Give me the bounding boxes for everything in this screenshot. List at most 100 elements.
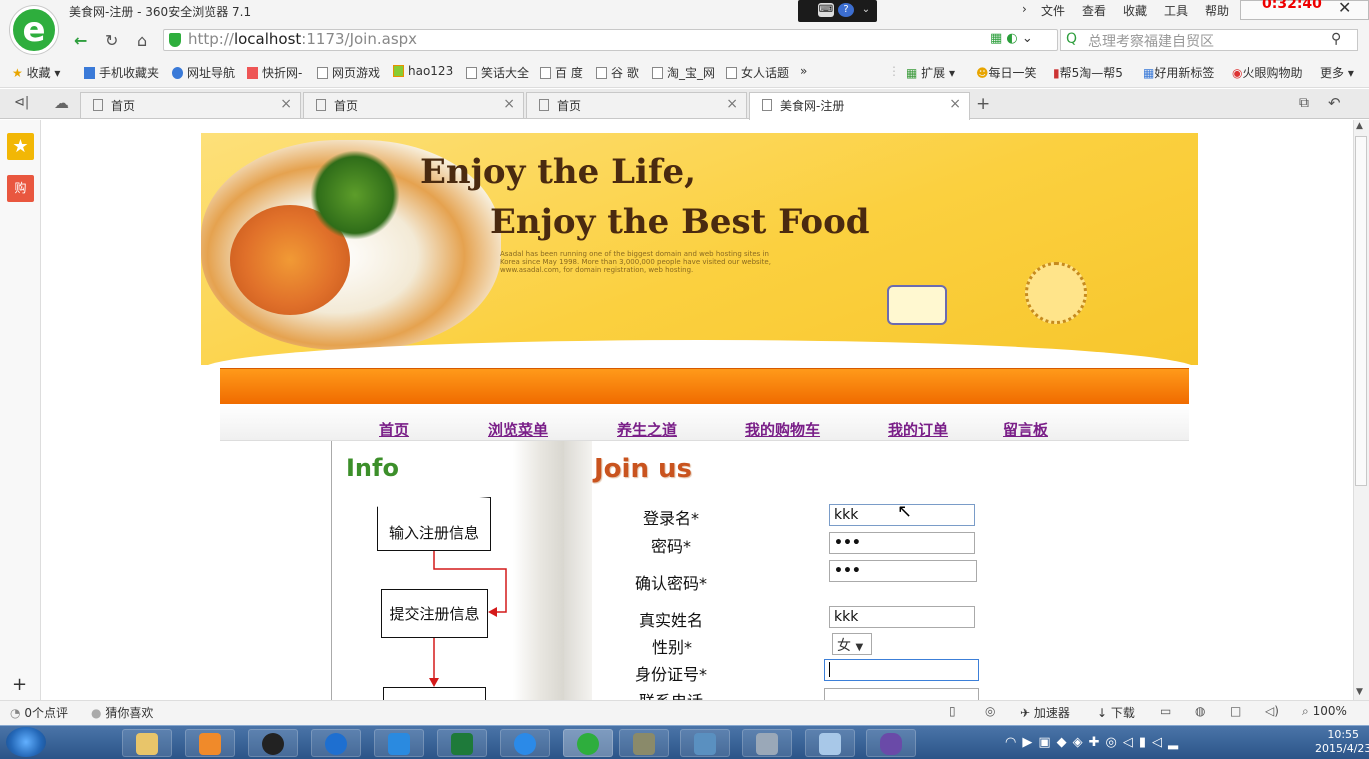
more-bookmarks-icon[interactable]: » xyxy=(800,64,807,78)
nav-orders[interactable]: 我的订单 xyxy=(888,419,948,440)
guess-you-like[interactable]: ● 猜你喜欢 xyxy=(91,704,153,721)
accelerator-button[interactable]: ✈ 加速器 xyxy=(1020,704,1070,721)
menu-file[interactable]: 文件 xyxy=(1041,2,1065,19)
taskbar-mail[interactable] xyxy=(374,729,424,757)
tab-home-1[interactable]: 首页 × xyxy=(80,92,301,118)
tab-register[interactable]: 美食网-注册 × xyxy=(749,92,970,120)
page-icon xyxy=(539,99,549,111)
database-icon xyxy=(756,733,778,755)
chevron-right-icon[interactable]: › xyxy=(1022,2,1027,16)
sex-select[interactable]: 女 ▼ xyxy=(832,633,872,655)
menu-favorites[interactable]: 收藏 xyxy=(1123,2,1147,19)
tab-home-3[interactable]: 首页 × xyxy=(526,92,747,118)
tab-home-2[interactable]: 首页 × xyxy=(303,92,524,118)
close-window-icon[interactable]: ✕ xyxy=(1338,0,1351,17)
nav-guestbook[interactable]: 留言板 xyxy=(1003,419,1048,440)
scroll-up-icon[interactable]: ▲ xyxy=(1356,121,1363,131)
password-input[interactable]: ••• xyxy=(829,532,975,554)
bookmark-nav[interactable]: 网址导航 xyxy=(172,64,235,81)
bookmark-mobile[interactable]: 手机收藏夹 xyxy=(84,64,159,81)
taskbar-control-panel[interactable] xyxy=(680,729,730,757)
close-tab-icon[interactable]: × xyxy=(726,96,738,112)
ie-mode-icon[interactable]: ◍ xyxy=(1195,704,1205,718)
bookmark-jokes[interactable]: 笑话大全 xyxy=(466,64,529,81)
input-method-toolbar[interactable]: ⌨ ? ⌄ xyxy=(798,0,877,22)
home-icon[interactable]: ⌂ xyxy=(137,31,147,50)
phone-icon[interactable]: ▯ xyxy=(949,704,956,718)
idcard-input[interactable] xyxy=(824,659,979,681)
reader-icon[interactable]: ▭ xyxy=(1160,704,1171,718)
start-button-icon[interactable] xyxy=(6,727,46,757)
window-icon[interactable]: □ xyxy=(1230,704,1241,718)
cloud-icon[interactable]: ☁ xyxy=(54,94,69,112)
menu-help[interactable]: 帮助 xyxy=(1205,2,1229,19)
system-clock[interactable]: 10:55 2015/4/23 xyxy=(1315,728,1369,756)
browser-logo-icon[interactable]: e xyxy=(10,6,58,54)
bookmark-kuaizhe[interactable]: 快折网- xyxy=(247,64,302,81)
new-tab-icon[interactable]: + xyxy=(976,94,990,114)
taskbar-database[interactable] xyxy=(742,729,792,757)
nav-home[interactable]: 首页 xyxy=(379,419,409,440)
dropdown-icon[interactable]: ⌄ xyxy=(858,3,874,17)
close-tab-icon[interactable]: × xyxy=(949,96,961,112)
new-tab-button[interactable]: ▦好用新标签 xyxy=(1143,64,1214,81)
banner-small-text: Asadal has been running one of the bigge… xyxy=(500,250,771,274)
confirm-password-input[interactable]: ••• xyxy=(829,560,977,582)
scrollbar-thumb[interactable] xyxy=(1355,136,1367,486)
search-icon[interactable]: ⚲ xyxy=(1331,31,1341,47)
notepad-icon xyxy=(819,733,841,755)
bookmark-google[interactable]: 谷 歌 xyxy=(596,64,639,81)
close-tab-icon[interactable]: × xyxy=(503,96,515,112)
search-engine-icon[interactable]: Q xyxy=(1066,31,1077,47)
menu-view[interactable]: 查看 xyxy=(1082,2,1106,19)
download-button[interactable]: ↓ 下载 xyxy=(1097,704,1135,721)
system-tray-icons[interactable]: ◠▶▣◆◈✚◎◁▮◁▂ xyxy=(1005,735,1184,750)
bookmark-games[interactable]: 网页游戏 xyxy=(317,64,380,81)
scroll-down-icon[interactable]: ▼ xyxy=(1356,687,1363,697)
bookmark-women[interactable]: 女人话题 xyxy=(726,64,789,81)
realname-input[interactable]: kkk xyxy=(829,606,975,628)
bang5-button[interactable]: ▮帮5淘—帮5 xyxy=(1053,64,1123,81)
shopping-helper-button[interactable]: ◉火眼购物助 xyxy=(1232,64,1303,81)
help-icon[interactable]: ? xyxy=(838,3,854,17)
keyboard-icon[interactable]: ⌨ xyxy=(818,3,834,17)
menu-tools[interactable]: 工具 xyxy=(1164,2,1188,19)
comments-status[interactable]: ◔ 0个点评 xyxy=(10,704,68,721)
taskbar-k[interactable] xyxy=(311,729,361,757)
close-tab-icon[interactable]: × xyxy=(280,96,292,112)
back-icon[interactable]: ← xyxy=(74,31,87,50)
bookmark-hao123[interactable]: hao123 xyxy=(393,64,453,78)
extensions-button[interactable]: ▦ 扩展 ▾ xyxy=(906,64,955,81)
taskbar-tools[interactable] xyxy=(619,729,669,757)
taskbar-notepad[interactable] xyxy=(805,729,855,757)
add-sidebar-icon[interactable]: + xyxy=(12,674,27,695)
sync-icon[interactable]: ◎ xyxy=(985,704,995,718)
banner-slogan-2: Enjoy the Best Food xyxy=(490,202,870,242)
bookmark-taobao[interactable]: 淘_宝_网 xyxy=(652,64,715,81)
taskbar-visual-studio[interactable] xyxy=(866,729,916,757)
undo-close-icon[interactable]: ↶ xyxy=(1328,94,1341,112)
taskbar-media[interactable] xyxy=(185,729,235,757)
bookmark-baidu[interactable]: 百 度 xyxy=(540,64,583,81)
nav-browse-menu[interactable]: 浏览菜单 xyxy=(488,419,548,440)
url-text[interactable]: http://localhost:1173/Join.aspx xyxy=(188,30,417,48)
taskbar-360-browser[interactable] xyxy=(563,729,613,757)
nav-cart[interactable]: 我的购物车 xyxy=(745,419,820,440)
daily-joke-button[interactable]: ☻每日一笑 xyxy=(976,64,1037,81)
taskbar-ie[interactable] xyxy=(500,729,550,757)
tab-list-icon[interactable]: ⊲| xyxy=(14,95,29,110)
refresh-icon[interactable]: ↻ xyxy=(105,31,118,50)
taskbar-explorer[interactable] xyxy=(122,729,172,757)
nav-health[interactable]: 养生之道 xyxy=(617,419,677,440)
taskbar-qq[interactable] xyxy=(248,729,298,757)
qr-code-icon[interactable]: ▦ ◐ ⌄ xyxy=(990,31,1033,46)
phone-input[interactable] xyxy=(824,688,979,700)
restore-tabs-icon[interactable]: ⧉ xyxy=(1299,95,1309,111)
zoom-level[interactable]: ⌕ 100% xyxy=(1302,704,1347,719)
bookmark-favorites[interactable]: ★ 收藏 ▾ xyxy=(12,64,60,81)
sound-icon[interactable]: ◁) xyxy=(1265,704,1279,718)
more-button[interactable]: 更多 ▾ xyxy=(1320,64,1354,81)
taskbar-excel[interactable] xyxy=(437,729,487,757)
shopping-icon[interactable]: 购 xyxy=(7,175,34,202)
favorites-star-icon[interactable]: ★ xyxy=(7,133,34,160)
